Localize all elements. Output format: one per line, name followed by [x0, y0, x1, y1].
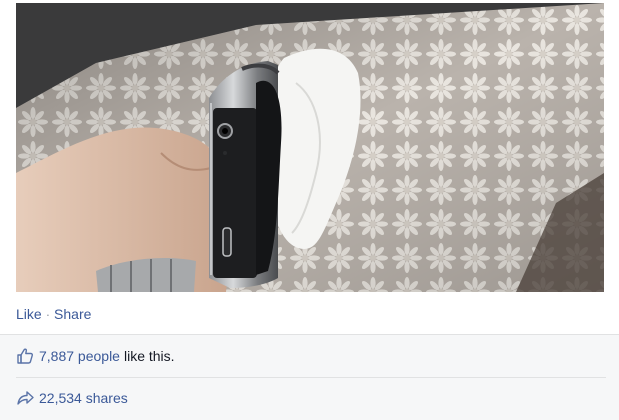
thumbs-up-icon: [17, 348, 34, 364]
action-separator: ·: [45, 307, 51, 322]
post-actions: Like · Share: [16, 306, 91, 322]
post-photo[interactable]: [16, 3, 604, 292]
photo-image: [16, 3, 604, 292]
likes-suffix: like this.: [123, 348, 175, 364]
share-arrow-icon: [17, 391, 34, 405]
likes-row: 7,887 people like this.: [16, 337, 606, 375]
shares-row: 22,534 shares: [16, 379, 606, 417]
shares-count-link[interactable]: 22,534 shares: [39, 390, 128, 406]
share-link[interactable]: Share: [54, 306, 91, 322]
likes-count-link[interactable]: 7,887 people: [39, 348, 120, 364]
like-link[interactable]: Like: [16, 306, 42, 322]
feedback-panel: 7,887 people like this. 22,534 shares: [0, 334, 619, 420]
divider: [16, 377, 606, 378]
